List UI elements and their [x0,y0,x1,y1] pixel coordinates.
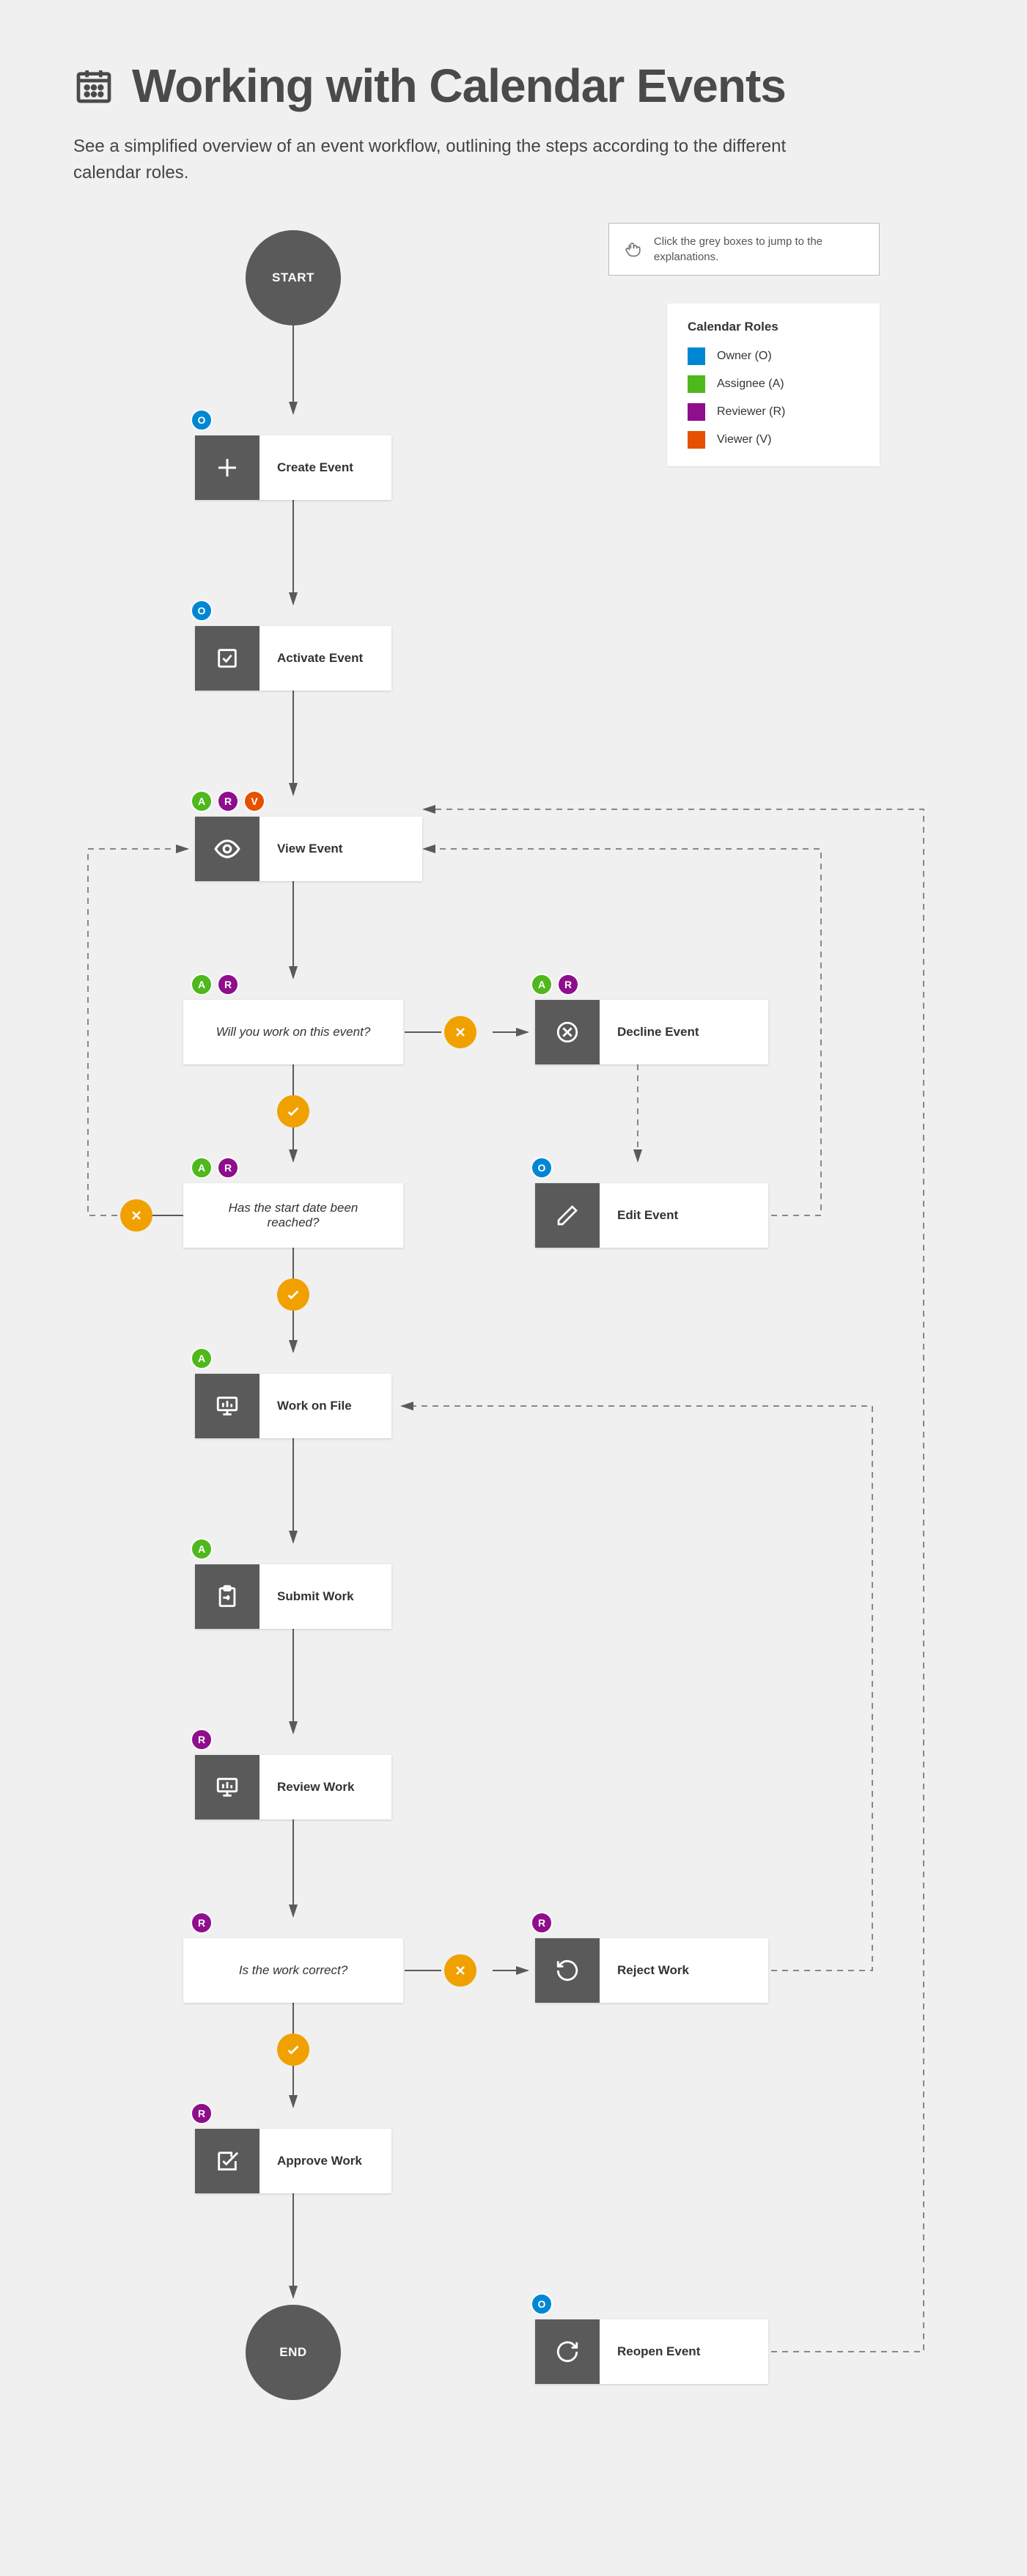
badge-reviewer: R [217,790,239,812]
step-reject-work[interactable]: Reject Work [535,1938,768,2003]
decision-date-reached: Has the start date been reached? [183,1183,403,1248]
step-label: Submit Work [259,1564,391,1629]
info-hint: Click the grey boxes to jump to the expl… [608,223,880,276]
badge-assignee: A [531,974,553,996]
badge-assignee: A [191,1347,213,1369]
no-badge [444,1954,476,1987]
check-square-icon [195,2129,259,2193]
role-badges: R [531,1912,553,1934]
step-submit-work[interactable]: Submit Work [195,1564,391,1629]
badge-owner: O [531,1157,553,1179]
step-activate-event[interactable]: Activate Event [195,626,391,691]
role-badges: O [531,1157,553,1179]
checkbox-icon [195,626,259,691]
badge-assignee: A [191,1157,213,1179]
legend-row: Owner (O) [688,347,859,365]
plus-icon [195,435,259,500]
swatch-owner [688,347,705,365]
step-label: Edit Event [600,1183,768,1248]
role-badges: ARV [191,790,265,812]
step-decline-event[interactable]: Decline Event [535,1000,768,1064]
step-create-event[interactable]: Create Event [195,435,391,500]
step-approve-work[interactable]: Approve Work [195,2129,391,2193]
role-badges: A [191,1538,213,1560]
role-badges: AR [531,974,579,996]
badge-assignee: A [191,1538,213,1560]
badge-reviewer: R [191,1729,213,1751]
legend-label: Assignee (A) [717,378,784,391]
tap-icon [624,239,642,260]
legend-label: Reviewer (R) [717,405,785,419]
legend-title: Calendar Roles [688,320,859,334]
role-badges: O [531,2293,553,2315]
yes-badge [277,1278,309,1311]
badge-viewer: V [243,790,265,812]
step-label: Review Work [259,1755,391,1819]
calendar-icon [73,65,114,106]
badge-assignee: A [191,790,213,812]
role-badges: R [191,1729,213,1751]
step-label: Decline Event [600,1000,768,1064]
legend: Calendar Roles Owner (O) Assignee (A) Re… [667,303,880,466]
role-badges: R [191,2102,213,2124]
step-reopen-event[interactable]: Reopen Event [535,2319,768,2384]
role-badges: AR [191,974,239,996]
step-work-on-file[interactable]: Work on File [195,1374,391,1438]
role-badges: A [191,1347,213,1369]
legend-label: Owner (O) [717,350,772,363]
step-label: Reopen Event [600,2319,768,2384]
step-edit-event[interactable]: Edit Event [535,1183,768,1248]
badge-reviewer: R [531,1912,553,1934]
step-review-work[interactable]: Review Work [195,1755,391,1819]
decision-work-on: Will you work on this event? [183,1000,403,1064]
page-title: Working with Calendar Events [132,59,786,113]
badge-assignee: A [191,974,213,996]
pencil-icon [535,1183,600,1248]
page-header: Working with Calendar Events [73,59,954,113]
badge-reviewer: R [191,2102,213,2124]
refresh-icon [535,2319,600,2384]
clipboard-arrow-icon [195,1564,259,1629]
role-badges: AR [191,1157,239,1179]
flowchart: Click the grey boxes to jump to the expl… [73,216,954,2488]
badge-reviewer: R [191,1912,213,1934]
presentation-icon [195,1755,259,1819]
role-badges: R [191,1912,213,1934]
swatch-viewer [688,431,705,449]
swatch-assignee [688,375,705,393]
badge-owner: O [191,409,213,431]
step-label: Work on File [259,1374,391,1438]
info-text: Click the grey boxes to jump to the expl… [654,234,864,265]
badge-owner: O [191,600,213,622]
cancel-icon [535,1000,600,1064]
badge-reviewer: R [217,1157,239,1179]
page-subtitle: See a simplified overview of an event wo… [73,133,843,186]
step-label: Reject Work [600,1938,768,2003]
legend-row: Viewer (V) [688,431,859,449]
legend-row: Reviewer (R) [688,403,859,421]
end-node: END [246,2305,341,2400]
badge-owner: O [531,2293,553,2315]
eye-icon [195,817,259,881]
yes-badge [277,1095,309,1127]
step-label: Approve Work [259,2129,391,2193]
undo-icon [535,1938,600,2003]
step-label: Activate Event [259,626,391,691]
legend-row: Assignee (A) [688,375,859,393]
step-label: View Event [259,817,422,881]
presentation-icon [195,1374,259,1438]
start-node: START [246,230,341,325]
no-badge [120,1199,152,1232]
role-badges: O [191,409,213,431]
decision-correct: Is the work correct? [183,1938,403,2003]
role-badges: O [191,600,213,622]
yes-badge [277,2034,309,2066]
badge-reviewer: R [217,974,239,996]
step-label: Create Event [259,435,391,500]
no-badge [444,1016,476,1048]
badge-reviewer: R [557,974,579,996]
legend-label: Viewer (V) [717,433,771,446]
step-view-event[interactable]: View Event [195,817,422,881]
swatch-reviewer [688,403,705,421]
